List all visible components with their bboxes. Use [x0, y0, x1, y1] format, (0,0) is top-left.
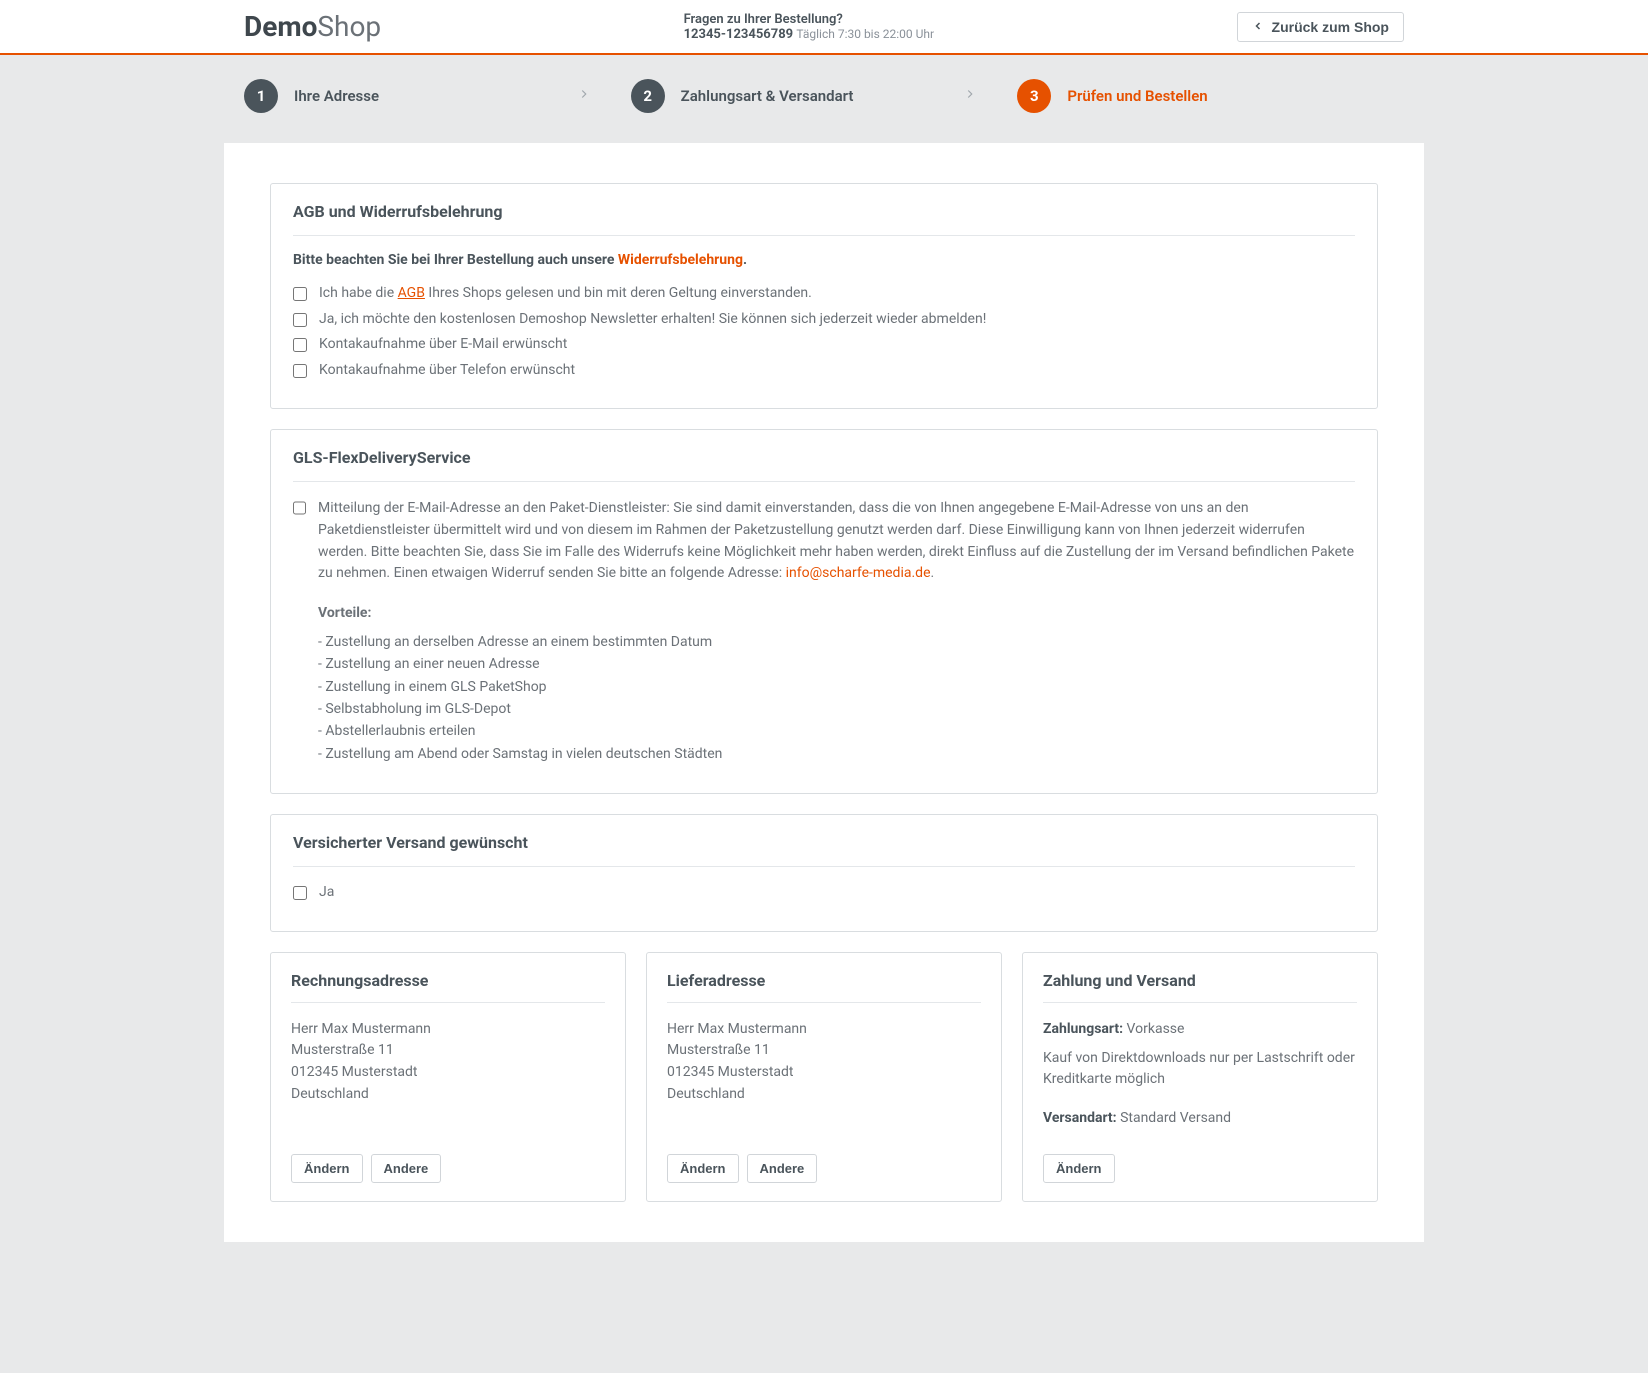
billing-body: Herr Max Mustermann Musterstraße 11 0123… [291, 1019, 605, 1130]
checkout-steps: 1 Ihre Adresse 2 Zahlungsart & Versandar… [224, 55, 1424, 143]
step-3-circle: 3 [1017, 79, 1051, 113]
back-button-label: Zurück zum Shop [1272, 19, 1389, 35]
shipping-method-value: Standard Versand [1117, 1110, 1231, 1126]
agb-panel: AGB und Widerrufsbelehrung Bitte beachte… [270, 183, 1378, 409]
order-hours: Täglich 7:30 bis 22:00 Uhr [796, 27, 934, 41]
step-review-order[interactable]: 3 Prüfen und Bestellen [1017, 79, 1404, 113]
payment-shipping-panel: Zahlung und Versand Zahlungsart: Vorkass… [1022, 952, 1378, 1202]
flex-checkbox-row: Mitteilung der E-Mail-Adresse an den Pak… [293, 498, 1355, 765]
newsletter-checkbox[interactable] [293, 313, 307, 327]
agb-link[interactable]: AGB [398, 285, 425, 301]
billing-title: Rechnungsadresse [291, 971, 605, 1003]
contact-email-checkbox[interactable] [293, 338, 307, 352]
chevron-right-icon [577, 87, 591, 105]
order-phone: 12345-123456789 [684, 27, 794, 42]
address-payment-row: Rechnungsadresse Herr Max Mustermann Mus… [270, 952, 1378, 1202]
flex-delivery-checkbox[interactable] [293, 501, 306, 515]
insured-checkbox[interactable] [293, 886, 307, 900]
flex-text-block: Mitteilung der E-Mail-Adresse an den Pak… [318, 498, 1355, 765]
step-3-label: Prüfen und Bestellen [1067, 87, 1207, 105]
step-2-circle: 2 [631, 79, 665, 113]
payment-method-value: Vorkasse [1123, 1021, 1184, 1037]
back-to-shop-button[interactable]: Zurück zum Shop [1237, 12, 1404, 42]
payment-method-label: Zahlungsart: [1043, 1021, 1123, 1037]
newsletter-label: Ja, ich möchte den kostenlosen Demoshop … [319, 310, 986, 330]
flex-delivery-panel: GLS-FlexDeliveryService Mitteilung der E… [270, 429, 1378, 794]
billing-change-button[interactable]: Ändern [291, 1154, 363, 1183]
insured-panel-title: Versicherter Versand gewünscht [293, 833, 1355, 867]
shipping-title: Lieferadresse [667, 971, 981, 1003]
insured-shipping-panel: Versicherter Versand gewünscht Ja [270, 814, 1378, 932]
agb-checkbox-row: Ich habe die AGB Ihres Shops gelesen und… [293, 284, 1355, 304]
order-question-block: Fragen zu Ihrer Bestellung? 12345-123456… [684, 12, 935, 42]
header-bar: DemoShop Fragen zu Ihrer Bestellung? 123… [0, 0, 1648, 55]
payment-change-button[interactable]: Ändern [1043, 1154, 1115, 1183]
shipping-other-button[interactable]: Andere [747, 1154, 818, 1183]
step-address[interactable]: 1 Ihre Adresse [244, 79, 631, 113]
insured-checkbox-row: Ja [293, 883, 1355, 903]
shipping-body: Herr Max Mustermann Musterstraße 11 0123… [667, 1019, 981, 1130]
step-2-label: Zahlungsart & Versandart [681, 87, 854, 105]
step-1-label: Ihre Adresse [294, 87, 379, 105]
contact-email-label: Kontakaufnahme über E-Mail erwünscht [319, 335, 567, 355]
flex-advantages-list: - Zustellung an derselben Adresse an ein… [318, 631, 1355, 765]
chevron-left-icon [1252, 19, 1264, 35]
payment-body: Zahlungsart: Vorkasse Kauf von Direktdow… [1043, 1019, 1357, 1130]
flex-advantages-title: Vorteile: [318, 603, 1355, 625]
step-payment-shipping[interactable]: 2 Zahlungsart & Versandart [631, 79, 1018, 113]
contact-phone-label: Kontakaufnahme über Telefon erwünscht [319, 361, 575, 381]
contact-phone-checkbox-row: Kontakaufnahme über Telefon erwünscht [293, 361, 1355, 381]
insured-label: Ja [319, 883, 334, 903]
billing-address-panel: Rechnungsadresse Herr Max Mustermann Mus… [270, 952, 626, 1202]
shipping-method-label: Versandart: [1043, 1110, 1117, 1126]
logo-light: Shop [317, 10, 381, 43]
newsletter-checkbox-row: Ja, ich möchte den kostenlosen Demoshop … [293, 310, 1355, 330]
contact-phone-checkbox[interactable] [293, 364, 307, 378]
payment-title: Zahlung und Versand [1043, 971, 1357, 1003]
flex-email-link[interactable]: info@scharfe-media.de [786, 565, 931, 581]
withdrawal-notice: Bitte beachten Sie bei Ihrer Bestellung … [293, 252, 1355, 268]
step-1-circle: 1 [244, 79, 278, 113]
logo-bold: Demo [244, 10, 317, 43]
flex-panel-title: GLS-FlexDeliveryService [293, 448, 1355, 482]
main-content: AGB und Widerrufsbelehrung Bitte beachte… [224, 143, 1424, 1242]
payment-note: Kauf von Direktdownloads nur per Lastsch… [1043, 1048, 1357, 1090]
billing-other-button[interactable]: Andere [371, 1154, 442, 1183]
chevron-right-icon [963, 87, 977, 105]
withdrawal-link[interactable]: Widerrufsbelehrung [618, 252, 743, 268]
shop-logo: DemoShop [244, 10, 381, 43]
agb-label: Ich habe die AGB Ihres Shops gelesen und… [319, 284, 812, 304]
agb-panel-title: AGB und Widerrufsbelehrung [293, 202, 1355, 236]
order-question-title: Fragen zu Ihrer Bestellung? [684, 12, 935, 27]
contact-email-checkbox-row: Kontakaufnahme über E-Mail erwünscht [293, 335, 1355, 355]
agb-checkbox[interactable] [293, 287, 307, 301]
shipping-address-panel: Lieferadresse Herr Max Mustermann Muster… [646, 952, 1002, 1202]
shipping-change-button[interactable]: Ändern [667, 1154, 739, 1183]
